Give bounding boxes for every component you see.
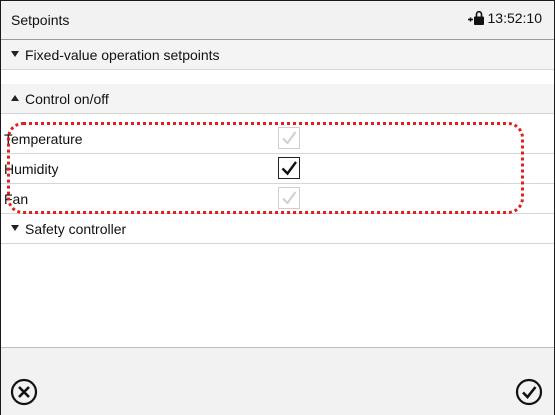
group-safety-controller[interactable]: Safety controller	[1, 214, 554, 244]
setpoint-row-temperature: Temperature	[1, 124, 554, 154]
humidity-checkbox[interactable]	[278, 157, 300, 179]
fan-checkbox[interactable]	[278, 187, 300, 209]
group-safety-label: Safety controller	[11, 221, 126, 237]
clock-time: 13:52:10	[487, 10, 543, 26]
triangle-down-icon	[11, 51, 19, 58]
lock-icon	[467, 10, 484, 25]
setpoint-row-fan: Fan	[1, 184, 554, 214]
group-fixed-value-operation-setpoints[interactable]: Fixed-value operation setpoints	[1, 40, 554, 70]
setpoints-list: Fixed-value operation setpoints Control …	[1, 40, 554, 346]
check-circle-icon[interactable]	[514, 377, 544, 407]
group-control-label: Control on/off	[11, 91, 109, 107]
status-clock: 13:52:10	[467, 10, 543, 26]
group-control-on-off[interactable]: Control on/off	[1, 84, 554, 114]
page-title: Setpoints	[11, 12, 70, 28]
temperature-checkbox[interactable]	[278, 127, 300, 149]
setpoint-label-fan: Fan	[4, 191, 29, 207]
close-circle-icon[interactable]	[9, 377, 39, 407]
footer-bar	[1, 347, 554, 415]
header-bar: Setpoints 13:52:10	[1, 1, 554, 40]
setpoint-label-humidity: Humidity	[4, 161, 59, 177]
group-fixed-label: Fixed-value operation setpoints	[11, 47, 220, 63]
triangle-up-icon	[11, 95, 19, 102]
setpoint-label-temperature: Temperature	[4, 131, 83, 147]
setpoint-row-humidity: Humidity	[1, 154, 554, 184]
triangle-down-icon	[11, 225, 19, 232]
setpoints-screen: Setpoints 13:52:10 Fixed-value operation…	[0, 0, 555, 415]
